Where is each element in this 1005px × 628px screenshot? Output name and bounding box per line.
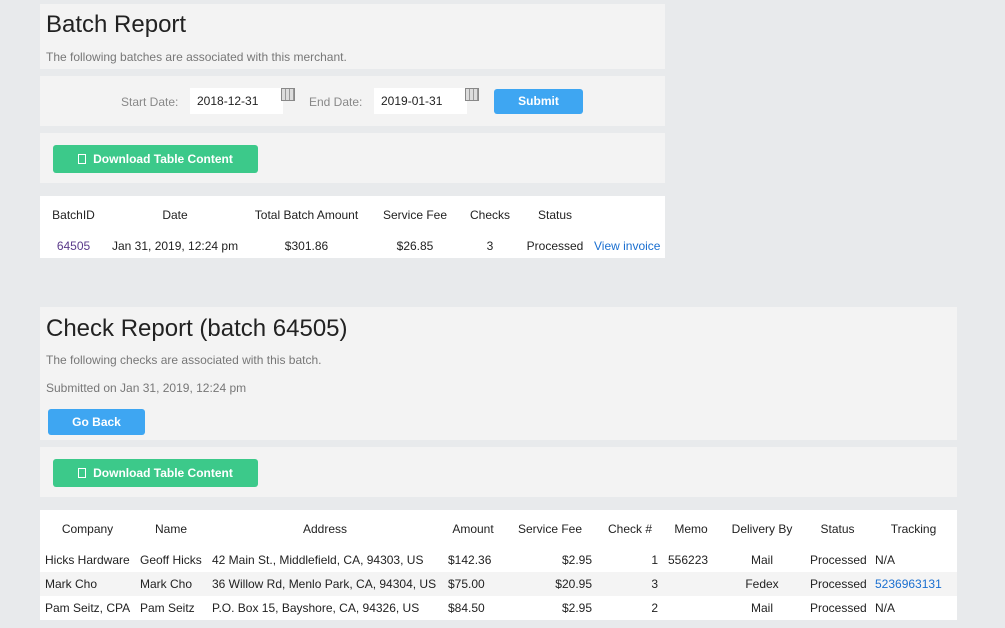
document-icon — [78, 154, 87, 164]
check-table: Company Name Address Amount Service Fee … — [40, 510, 957, 620]
cell-memo: 556223 — [668, 553, 709, 567]
batch-date: Jan 31, 2019, 12:24 pm — [112, 239, 239, 253]
cell-amount: $84.50 — [448, 601, 485, 615]
check-report-header: Check Report (batch 64505) The following… — [40, 307, 957, 440]
table-header-row: BatchID Date Total Batch Amount Service … — [40, 196, 665, 234]
cell-delivery: Fedex — [719, 572, 805, 596]
col-amount: Amount — [452, 522, 494, 536]
submitted-date: Submitted on Jan 31, 2019, 12:24 pm — [46, 381, 247, 395]
cell-name: Geoff Hicks — [140, 553, 202, 567]
download-label: Download Table Content — [93, 466, 233, 480]
col-memo: Memo — [674, 522, 708, 536]
batch-table: BatchID Date Total Batch Amount Service … — [40, 196, 665, 258]
cell-tracking: N/A — [875, 601, 896, 615]
cell-company: Mark Cho — [40, 572, 135, 596]
submit-button[interactable]: Submit — [494, 89, 583, 114]
cell-delivery: Mail — [750, 553, 773, 567]
batch-status: Processed — [526, 239, 584, 253]
cell-amount: $142.36 — [448, 553, 492, 567]
cell-amount: $75.00 — [443, 572, 503, 596]
cell-check: 3 — [597, 572, 663, 596]
col-batchid: BatchID — [52, 208, 95, 222]
cell-fee: $2.95 — [561, 553, 592, 567]
col-fee: Service Fee — [382, 208, 448, 222]
table-header-row: Company Name Address Amount Service Fee … — [40, 510, 957, 548]
cell-check: 2 — [651, 601, 658, 615]
batch-fee: $26.85 — [396, 239, 434, 253]
cell-status: Processed — [810, 553, 867, 567]
check-report-title: Check Report (batch 64505) — [46, 315, 348, 342]
batch-id-link[interactable]: 64505 — [40, 234, 107, 258]
cell-name: Mark Cho — [135, 572, 207, 596]
calendar-icon[interactable] — [281, 88, 295, 101]
view-invoice-link[interactable]: View invoice — [590, 234, 665, 258]
check-download-panel: Download Table Content — [40, 447, 957, 497]
col-company: Company — [61, 522, 114, 536]
cell-company: Pam Seitz, CPA — [45, 601, 131, 615]
table-row: Pam Seitz, CPA Pam Seitz P.O. Box 15, Bays… — [40, 596, 957, 620]
cell-status: Processed — [810, 601, 867, 615]
go-back-button[interactable]: Go Back — [48, 409, 145, 435]
col-delivery: Delivery By — [731, 522, 793, 536]
page-title: Batch Report — [46, 11, 187, 38]
download-table-button[interactable]: Download Table Content — [53, 145, 258, 173]
cell-fee: $2.95 — [561, 601, 592, 615]
cell-status: Processed — [805, 572, 870, 596]
end-date-input[interactable]: 2019-01-31 — [374, 88, 467, 114]
col-checks: Checks — [469, 208, 510, 222]
end-date-label: End Date: — [309, 95, 363, 109]
cell-address: P.O. Box 15, Bayshore, CA, 94326, US — [212, 601, 420, 615]
table-row: Mark Cho Mark Cho 36 Willow Rd, Menlo Park… — [40, 572, 957, 596]
col-action — [590, 196, 665, 234]
start-date-input[interactable]: 2018-12-31 — [190, 88, 283, 114]
download-label: Download Table Content — [93, 152, 233, 166]
cell-address: 36 Willow Rd, Menlo Park, CA, 94304, US — [207, 572, 443, 596]
col-check-number: Check # — [607, 522, 653, 536]
batch-download-panel: Download Table Content — [40, 133, 665, 183]
cell-name: Pam Seitz — [140, 601, 195, 615]
batch-report-header: Batch Report The following batches are a… — [40, 4, 665, 69]
cell-memo — [663, 572, 719, 596]
table-row: Hicks Hardware Geoff Hicks 42 Main St., Mi… — [40, 548, 957, 572]
col-status: Status — [537, 208, 573, 222]
col-service-fee: Service Fee — [517, 522, 583, 536]
download-table-button[interactable]: Download Table Content — [53, 459, 258, 487]
col-name: Name — [154, 522, 187, 536]
check-report-subtitle: The following checks are associated with… — [46, 353, 322, 367]
calendar-icon[interactable] — [465, 88, 479, 101]
date-filter-form: Start Date: 2018-12-31 End Date: 2019-01… — [40, 76, 665, 126]
table-row: 64505 Jan 31, 2019, 12:24 pm $301.86 $26… — [40, 234, 665, 258]
cell-memo — [663, 596, 719, 620]
tracking-link[interactable]: 5236963131 — [870, 572, 957, 596]
batch-amount: $301.86 — [284, 239, 329, 253]
col-status: Status — [820, 522, 855, 536]
col-total: Total Batch Amount — [254, 208, 359, 222]
col-tracking: Tracking — [890, 522, 937, 536]
batch-checks: 3 — [486, 239, 494, 253]
col-address: Address — [302, 522, 348, 536]
cell-delivery: Mail — [750, 601, 773, 615]
start-date-label: Start Date: — [121, 95, 179, 109]
cell-tracking: N/A — [875, 553, 896, 567]
document-icon — [78, 468, 87, 478]
col-date: Date — [162, 208, 188, 222]
cell-fee: $20.95 — [503, 572, 597, 596]
cell-address: 42 Main St., Middlefield, CA, 94303, US — [212, 553, 424, 567]
cell-company: Hicks Hardware — [45, 553, 130, 567]
cell-check: 1 — [651, 553, 658, 567]
batch-report-subtitle: The following batches are associated wit… — [46, 50, 347, 64]
